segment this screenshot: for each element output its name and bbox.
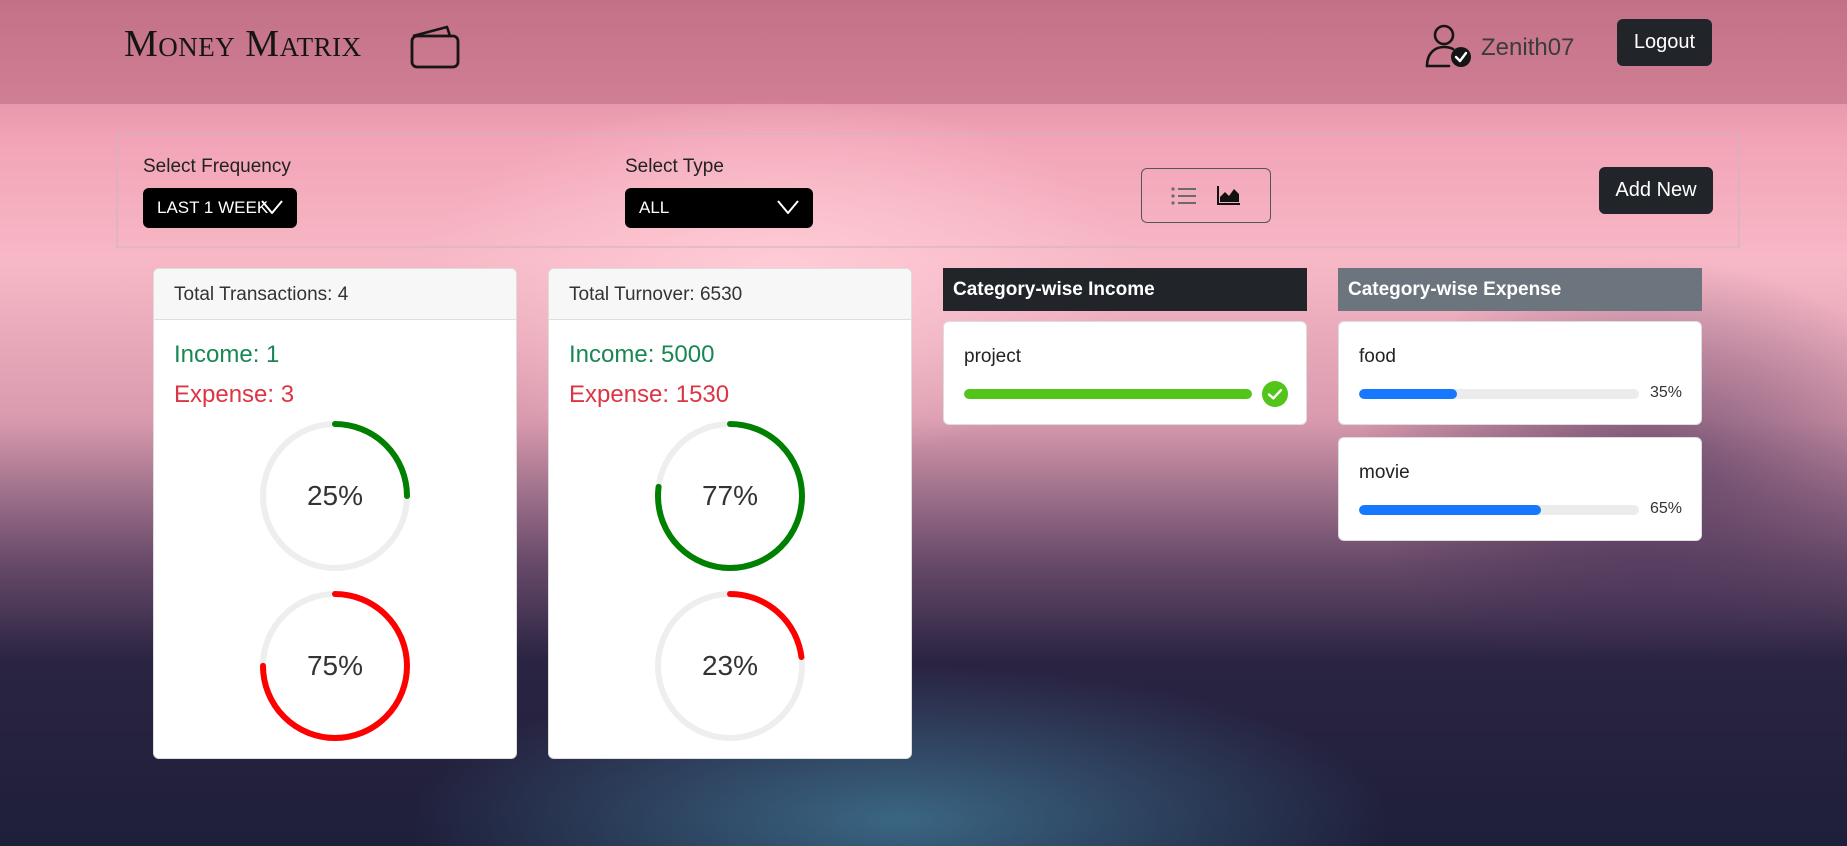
list-icon[interactable] [1171, 186, 1197, 206]
turnover-expense-percent: 23% [701, 650, 759, 681]
frequency-select[interactable]: LAST 1 WEEK [143, 188, 297, 228]
frequency-value: LAST 1 WEEK [157, 198, 269, 217]
navbar: Money Matrix Zenith07 Logout [0, 0, 1847, 104]
area-chart-icon[interactable] [1217, 185, 1241, 205]
category-name: project [964, 346, 1022, 367]
logout-button[interactable]: Logout [1617, 19, 1712, 66]
category-progress [1359, 505, 1639, 515]
frequency-label: Select Frequency [143, 156, 291, 177]
turnover-card: Total Turnover: 6530 Income: 5000 Expens… [548, 268, 912, 759]
chevron-down-icon [261, 200, 283, 214]
category-progress [1359, 389, 1639, 399]
check-circle-icon [1262, 381, 1288, 407]
chevron-down-icon [777, 200, 799, 214]
category-progress-fill [1359, 389, 1457, 399]
turnover-card-title: Total Turnover: 6530 [549, 269, 911, 320]
type-select[interactable]: ALL [625, 188, 813, 228]
type-value: ALL [639, 198, 670, 217]
wallet-icon [410, 25, 460, 69]
transactions-expense: Expense: 3 [174, 381, 295, 408]
category-name: movie [1359, 462, 1410, 483]
transactions-income-percent: 25% [306, 480, 364, 511]
category-name: food [1359, 346, 1396, 367]
username: Zenith07 [1481, 34, 1575, 61]
category-expense-item: movie 65% [1338, 437, 1702, 541]
category-expense-item: food 35% [1338, 321, 1702, 425]
transactions-card-title: Total Transactions: 4 [154, 269, 516, 320]
transactions-income: Income: 1 [174, 341, 280, 368]
add-new-button[interactable]: Add New [1599, 167, 1713, 214]
category-income-header: Category-wise Income [943, 268, 1307, 311]
category-progress [964, 389, 1252, 399]
category-income-item: project [943, 321, 1307, 425]
filter-bar [116, 133, 1740, 248]
turnover-income: Income: 5000 [569, 341, 715, 368]
category-progress-fill [964, 389, 1252, 399]
turnover-income-percent: 77% [701, 480, 759, 511]
app-title[interactable]: Money Matrix [124, 22, 362, 66]
user-check-icon [1425, 24, 1471, 68]
transactions-expense-percent: 75% [306, 650, 364, 681]
transactions-card: Total Transactions: 4 Income: 1 Expense:… [153, 268, 517, 759]
type-label: Select Type [625, 156, 724, 177]
view-toggle [1141, 168, 1271, 223]
turnover-expense: Expense: 1530 [569, 381, 730, 408]
category-percent: 35% [1650, 384, 1683, 401]
category-percent: 65% [1650, 500, 1683, 517]
category-expense-header: Category-wise Expense [1338, 268, 1702, 311]
category-progress-fill [1359, 505, 1541, 515]
